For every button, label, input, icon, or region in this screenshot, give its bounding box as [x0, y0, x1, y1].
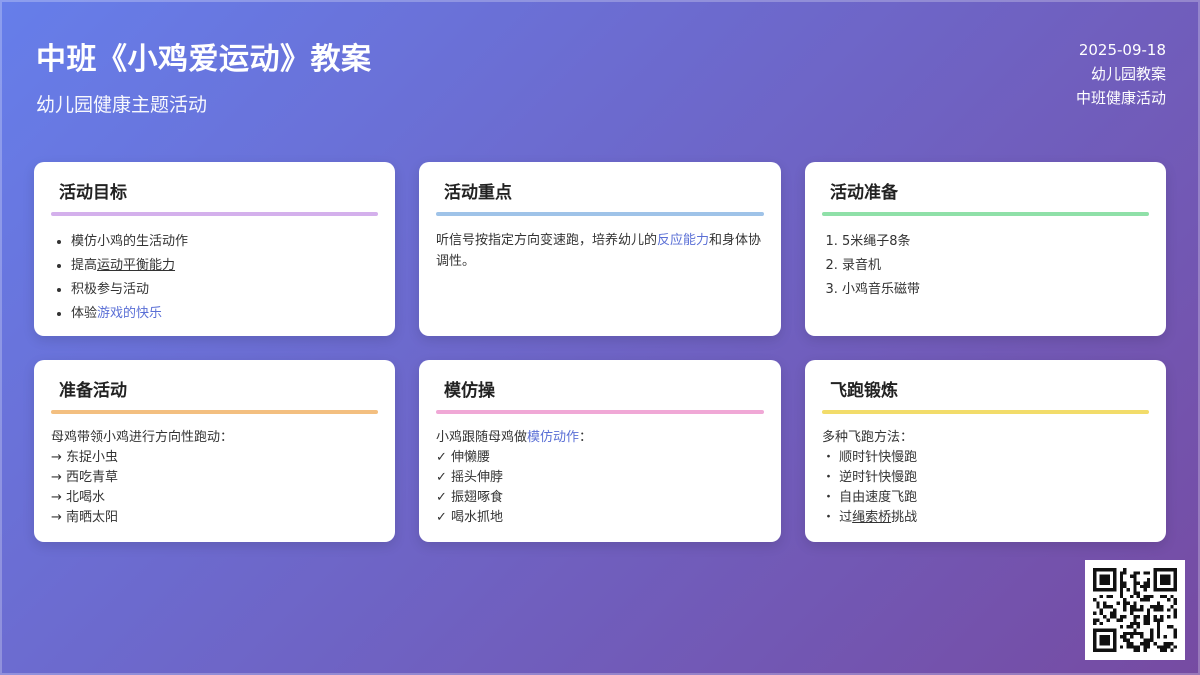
list-item: 体验游戏的快乐 [71, 302, 378, 326]
qr-code[interactable] [1085, 560, 1185, 660]
list-item: ✓ 摇头伸脖 [436, 470, 504, 485]
list-item: ✓ 伸懒腰 [436, 450, 491, 465]
list-item: ✓ 振翅啄食 [436, 490, 504, 505]
list-item: 提高运动平衡能力 [71, 254, 378, 278]
prep-list: 5米绳子8条 录音机 小鸡音乐磁带 [822, 230, 1149, 302]
class-label: 中班健康活动 [1075, 89, 1166, 107]
card-title: 活动目标 [59, 183, 127, 203]
focus-text: 听信号按指定方向变速跑，培养幼儿的反应能力和身体协调性。 [436, 233, 762, 269]
list-item: 积极参与活动 [71, 278, 378, 302]
list-item: → 南晒太阳 [51, 510, 119, 525]
list-item: 模仿小鸡的生活动作 [71, 230, 378, 254]
list-item: ・ 过绳索桥挑战 [822, 510, 918, 525]
card-accent-bar [436, 410, 764, 414]
card-focus: 活动重点 听信号按指定方向变速跑，培养幼儿的反应能力和身体协调性。 [419, 162, 781, 336]
list-item: ・ 自由速度飞跑 [822, 490, 918, 505]
list-item: ✓ 喝水抓地 [436, 510, 504, 525]
card-run: 飞跑锻炼 多种飞跑方法： ・ 顺时针快慢跑 ・ 逆时针快慢跑 ・ 自由速度飞跑 … [805, 360, 1166, 542]
page-title: 中班《小鸡爱运动》教案 [36, 42, 372, 77]
card-accent-bar [822, 410, 1149, 414]
card-accent-bar [51, 212, 378, 216]
list-item: 5米绳子8条 [842, 230, 1149, 254]
page-subtitle: 幼儿园健康主题活动 [36, 94, 208, 116]
highlight-term: 反应能力 [657, 233, 710, 248]
card-title: 准备活动 [59, 381, 127, 401]
card-accent-bar [51, 410, 378, 414]
card-accent-bar [822, 212, 1149, 216]
list-item: → 西吃青草 [51, 470, 119, 485]
intro-line: 小鸡跟随母鸡做模仿动作： [436, 430, 593, 445]
category-label: 幼儿园教案 [1090, 65, 1166, 83]
intro-line: 母鸡带领小鸡进行方向性跑动： [51, 430, 234, 445]
underlined-term: 绳索桥 [852, 510, 892, 525]
list-item: ・ 逆时针快慢跑 [822, 470, 918, 485]
highlight-term: 模仿动作 [527, 430, 580, 445]
card-imitate: 模仿操 小鸡跟随母鸡做模仿动作： ✓ 伸懒腰 ✓ 摇头伸脖 ✓ 振翅啄食 ✓ 喝… [419, 360, 781, 542]
card-title: 模仿操 [444, 381, 495, 401]
warmup-text: 母鸡带领小鸡进行方向性跑动： → 东捉小虫 → 西吃青草 → 北喝水 → 南晒太… [51, 428, 378, 528]
card-title: 活动重点 [444, 183, 512, 203]
list-item: → 东捉小虫 [51, 450, 119, 465]
list-item: 录音机 [842, 254, 1149, 278]
imitate-text: 小鸡跟随母鸡做模仿动作： ✓ 伸懒腰 ✓ 摇头伸脖 ✓ 振翅啄食 ✓ 喝水抓地 [436, 428, 764, 528]
header-meta: 2025-09-18 幼儿园教案 中班健康活动 [1076, 38, 1166, 110]
card-title: 活动准备 [830, 183, 898, 203]
card-accent-bar [436, 212, 764, 216]
list-item: → 北喝水 [51, 490, 106, 505]
list-item: 小鸡音乐磁带 [842, 278, 1149, 302]
highlight-term: 游戏的快乐 [97, 306, 163, 321]
card-title: 飞跑锻炼 [830, 381, 898, 401]
card-goals: 活动目标 模仿小鸡的生活动作 提高运动平衡能力 积极参与活动 体验游戏的快乐 [34, 162, 395, 336]
run-text: 多种飞跑方法： ・ 顺时针快慢跑 ・ 逆时针快慢跑 ・ 自由速度飞跑 ・ 过绳索… [822, 428, 1149, 528]
card-grid: 活动目标 模仿小鸡的生活动作 提高运动平衡能力 积极参与活动 体验游戏的快乐 活… [34, 162, 1166, 542]
goals-list: 模仿小鸡的生活动作 提高运动平衡能力 积极参与活动 体验游戏的快乐 [51, 230, 378, 326]
header: 中班《小鸡爱运动》教案 幼儿园健康主题活动 [36, 34, 372, 117]
intro-line: 多种飞跑方法： [822, 430, 914, 445]
card-warmup: 准备活动 母鸡带领小鸡进行方向性跑动： → 东捉小虫 → 西吃青草 → 北喝水 … [34, 360, 395, 542]
card-prep: 活动准备 5米绳子8条 录音机 小鸡音乐磁带 [805, 162, 1166, 336]
underlined-term: 运动平衡能力 [97, 258, 176, 273]
qr-code-icon [1093, 568, 1177, 652]
date-label: 2025-09-18 [1078, 41, 1166, 59]
list-item: ・ 顺时针快慢跑 [822, 450, 918, 465]
